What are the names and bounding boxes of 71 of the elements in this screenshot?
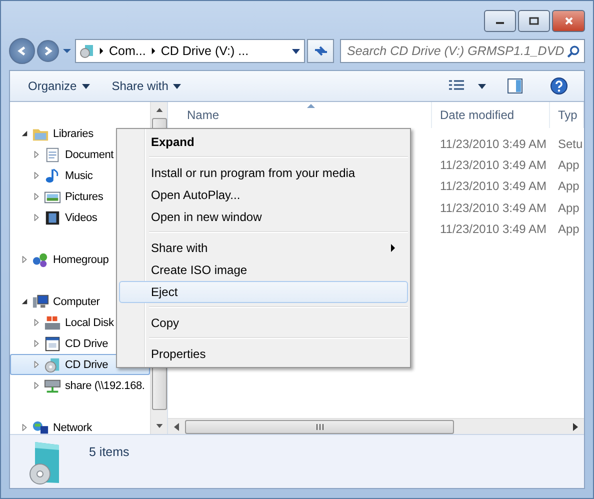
computer-icon <box>32 294 49 310</box>
breadcrumb[interactable]: CD Drive (V:) ... <box>160 44 249 58</box>
back-button[interactable] <box>9 38 35 64</box>
cd-drive-icon <box>44 356 61 372</box>
close-button[interactable] <box>552 10 585 32</box>
expand-arrow-icon[interactable] <box>33 382 40 389</box>
table-cell-text: 11/23/2010 3:49 AM <box>439 136 548 151</box>
column-header[interactable]: Typ <box>550 102 584 128</box>
toolbar-button[interactable]: Share with <box>104 76 190 96</box>
menu-item[interactable]: Eject <box>119 281 408 303</box>
expand-arrow-icon[interactable] <box>33 172 40 179</box>
chevron-right-icon[interactable] <box>150 47 156 55</box>
table-cell-text: App <box>557 222 580 236</box>
collapse-arrow-icon[interactable] <box>21 130 28 137</box>
column-header[interactable]: Date modified <box>432 102 550 128</box>
collapse-arrow-icon[interactable] <box>21 298 28 305</box>
search-field[interactable]: Search CD Drive (V:) GRMSP1.1_DVD <box>340 39 585 63</box>
film-icon <box>44 210 61 226</box>
dropdown-arrow-icon[interactable] <box>478 84 486 88</box>
table-cell-text: 11/23/2010 3:49 AM <box>439 158 548 172</box>
expand-arrow-icon[interactable] <box>21 424 28 431</box>
refresh-button[interactable] <box>307 39 334 63</box>
expand-arrow-icon[interactable] <box>33 193 40 200</box>
scroll-right-arrow-icon[interactable] <box>573 422 578 430</box>
table-cell-text: App <box>557 200 580 215</box>
expand-arrow-icon[interactable] <box>33 340 40 347</box>
scroll-down-arrow-icon[interactable] <box>156 424 162 428</box>
expand-arrow-icon[interactable] <box>33 151 40 158</box>
chevron-right-icon[interactable] <box>99 47 104 55</box>
caret-icon[interactable] <box>82 84 90 88</box>
forward-button[interactable] <box>37 40 59 62</box>
status-text: 5 items <box>89 445 130 459</box>
program-window-icon <box>44 336 61 352</box>
preview-pane-icon[interactable] <box>506 78 524 94</box>
music-note-icon <box>44 168 61 184</box>
breadcrumb[interactable]: Com... <box>109 44 146 58</box>
toolbar-button[interactable]: Organize <box>20 76 98 96</box>
network-icon <box>32 420 49 436</box>
close-icon[interactable] <box>562 17 574 25</box>
maximize-button[interactable] <box>518 10 550 32</box>
homegroup-icon <box>32 252 49 268</box>
document-icon <box>44 146 61 162</box>
help-icon[interactable] <box>550 77 568 95</box>
disk-drive-icon <box>44 314 61 330</box>
table-cell-text: 11/23/2010 3:49 AM <box>439 179 548 194</box>
scroll-up-arrow-icon[interactable] <box>156 108 162 112</box>
sort-arrow-icon <box>307 104 315 108</box>
table-cell-text: 11/23/2010 3:49 AM <box>439 222 548 236</box>
expand-arrow-icon[interactable] <box>33 214 40 221</box>
scroll-left-arrow-icon[interactable] <box>174 422 179 430</box>
dropdown-arrow-icon[interactable] <box>292 48 300 54</box>
expand-arrow-icon[interactable] <box>33 361 40 368</box>
table-cell-text: App <box>557 179 580 194</box>
table-cell-text: App <box>557 158 580 172</box>
expand-arrow-icon[interactable] <box>33 319 40 326</box>
cd-drive-icon <box>80 44 94 58</box>
caret-icon[interactable] <box>173 84 182 88</box>
table-cell-text: 11/23/2010 3:49 AM <box>439 200 548 215</box>
network-drive-icon <box>44 378 61 394</box>
refresh-icon[interactable] <box>312 45 328 57</box>
maximize-icon[interactable] <box>528 17 540 25</box>
tree-item[interactable]: Network <box>10 417 150 438</box>
submenu-arrow-icon <box>391 244 395 252</box>
horizontal-scrollbar[interactable] <box>168 418 584 434</box>
minimize-button[interactable] <box>484 10 516 32</box>
expand-arrow-icon[interactable] <box>21 256 28 263</box>
table-cell-text: Setu <box>557 136 584 151</box>
tree-item[interactable]: share (\\192.168. <box>10 375 150 396</box>
search-icon[interactable] <box>567 44 580 58</box>
grip-icon[interactable] <box>316 422 324 430</box>
address-field[interactable]: Com... CD Drive (V:) ... <box>75 39 305 63</box>
